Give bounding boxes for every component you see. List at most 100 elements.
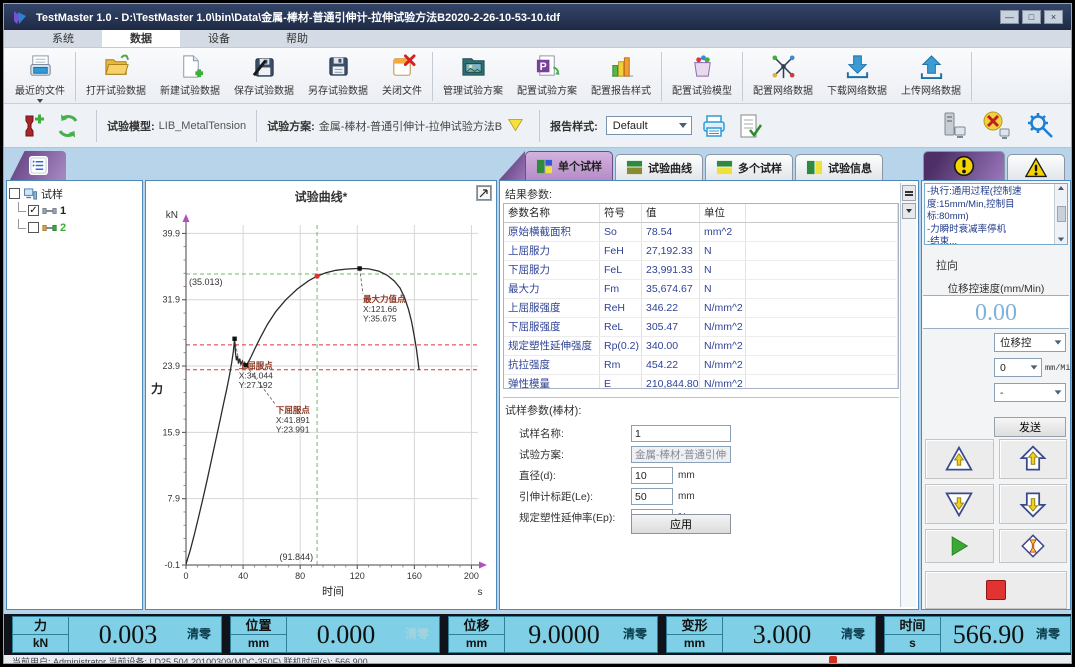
table-row[interactable]: 规定塑性延伸强度Rp(0.2)340.00N/mm^2	[504, 337, 898, 356]
tab-process-info[interactable]	[923, 151, 1005, 180]
chevron-down-icon	[1055, 390, 1062, 394]
apply-button[interactable]: 应用	[631, 514, 731, 534]
toolbar-button-7[interactable]: P配置试验方案	[510, 50, 584, 103]
param-input-1[interactable]	[631, 446, 731, 463]
jog-up-slow-button[interactable]	[925, 439, 994, 479]
results-cell: 下屈服强度	[504, 318, 600, 336]
live-readouts-bar: 力kN0.003清零位置mm0.000清零位移mm9.0000清零变形mm3.0…	[4, 614, 1071, 655]
results-title: 结果参数:	[503, 183, 899, 205]
stop-button[interactable]	[925, 571, 1067, 609]
table-row[interactable]: 下屈服强度ReL305.47N/mm^2	[504, 318, 898, 337]
computer-icon	[23, 188, 38, 200]
clear-zero-button[interactable]: 清零	[187, 617, 221, 652]
toolbar-button-label: 最近的文件	[15, 82, 65, 97]
splitter-menu-button[interactable]	[902, 185, 916, 201]
scroll-up-icon[interactable]	[1058, 186, 1064, 190]
tab-test-info[interactable]: 试验信息	[795, 154, 883, 180]
speed-select[interactable]: 0	[994, 358, 1042, 377]
param-row-1: 试验方案:	[519, 445, 897, 464]
toolbar-button-12[interactable]: 上传网络数据	[894, 50, 968, 103]
param-input-3[interactable]	[631, 488, 673, 505]
menu-tab-2[interactable]: 设备	[180, 30, 258, 47]
toolbar-button-1[interactable]: 打开试验数据	[79, 50, 153, 103]
control-mode-select[interactable]: 位移控	[994, 333, 1066, 352]
start-button[interactable]	[925, 529, 994, 563]
table-row[interactable]: 上屈服强度ReH346.22N/mm^2	[504, 299, 898, 318]
return-button[interactable]	[999, 529, 1068, 563]
svg-text:kN: kN	[166, 210, 178, 221]
jog-down-fast-button[interactable]	[999, 484, 1068, 524]
toolbar-button-6[interactable]: 管理试验方案	[436, 50, 510, 103]
chart-title: 试验曲线*	[146, 188, 496, 205]
checkbox-unchecked[interactable]	[9, 188, 20, 199]
clear-zero-button[interactable]: 清零	[623, 617, 657, 652]
param-input-0[interactable]	[631, 425, 731, 442]
results-cell: N	[700, 242, 746, 260]
menu-tab-1[interactable]: 数据	[102, 30, 180, 47]
clear-zero-button[interactable]: 清零	[405, 617, 439, 652]
toolbar-button-4[interactable]: 另存试验数据	[301, 50, 375, 103]
secondary-toolbar: 试验模型: LIB_MetalTension 试验方案: 金属-棒材-普通引伸计…	[4, 104, 1071, 148]
settings-search-icon[interactable]	[1025, 111, 1055, 141]
toolbar-button-10[interactable]: 配置网络数据	[746, 50, 820, 103]
readout-labels: 位置mm	[231, 617, 287, 652]
toolbar-button-5[interactable]: 关闭文件	[375, 50, 429, 103]
window-frame: TestMaster 1.0 - D:\TestMaster 1.0\bin\D…	[3, 3, 1072, 664]
device-icon[interactable]	[937, 111, 967, 141]
tree-item-specimen-1[interactable]: ✓1	[18, 202, 140, 219]
svg-text:Y:35.675: Y:35.675	[363, 313, 397, 323]
clear-zero-button[interactable]: 清零	[1036, 617, 1070, 652]
checkbox-unchecked[interactable]	[28, 222, 39, 233]
scroll-thumb[interactable]	[1057, 206, 1066, 222]
jog-down-slow-button[interactable]	[925, 484, 994, 524]
tab-warnings[interactable]	[1007, 154, 1065, 180]
tree-item-specimen-2[interactable]: 2	[18, 219, 140, 236]
menu-tab-3[interactable]: 帮助	[258, 30, 336, 47]
panel-splitter[interactable]	[900, 183, 916, 607]
message-scrollbar[interactable]	[1054, 184, 1067, 244]
chart-popup-button[interactable]	[476, 185, 492, 201]
close-button[interactable]: ×	[1044, 10, 1063, 24]
table-row[interactable]: 下屈服力FeL23,991.33N	[504, 261, 898, 280]
tab-test-curve[interactable]: 试验曲线	[615, 154, 703, 180]
menu-tab-0[interactable]: 系统	[24, 30, 102, 47]
table-row[interactable]: 最大力Fm35,674.67N	[504, 280, 898, 299]
scheme-filter-icon[interactable]	[507, 117, 524, 134]
toolbar-button-0[interactable]: 最近的文件	[8, 50, 72, 103]
table-row[interactable]: 上屈服力FeH27,192.33N	[504, 242, 898, 261]
clear-zero-button[interactable]: 清零	[841, 617, 875, 652]
tab-multi-specimen[interactable]: 多个试样	[705, 154, 793, 180]
param-input-2[interactable]	[631, 467, 673, 484]
aux-select[interactable]: -	[994, 383, 1066, 402]
toolbar-button-2[interactable]: 新建试验数据	[153, 50, 227, 103]
checkbox-checked[interactable]: ✓	[28, 205, 39, 216]
tree-root-specimen[interactable]: 试样	[9, 185, 140, 202]
jog-up-fast-button[interactable]	[999, 439, 1068, 479]
refresh-icon[interactable]	[55, 113, 81, 139]
report-preview-icon[interactable]	[737, 113, 763, 139]
table-row[interactable]: 抗拉强度Rm454.22N/mm^2	[504, 356, 898, 375]
test-curve-chart[interactable]: (35.013)(91.844)04080120160200-0.17.915.…	[146, 207, 496, 611]
results-cell: 规定塑性延伸强度	[504, 337, 600, 355]
table-row[interactable]: 原始横截面积So78.54mm^2	[504, 223, 898, 242]
maximize-button[interactable]: □	[1022, 10, 1041, 24]
results-cell: 346.22	[642, 299, 700, 317]
add-specimen-icon[interactable]	[19, 113, 45, 139]
scroll-down-icon[interactable]	[1058, 238, 1064, 242]
toolbar-button-11[interactable]: 下载网络数据	[820, 50, 894, 103]
offline-status-icon[interactable]	[981, 111, 1011, 141]
send-button[interactable]: 发送	[994, 417, 1066, 437]
tab-single-specimen[interactable]: 单个试样	[525, 151, 613, 180]
toolbar-button-3[interactable]: 保存试验数据	[227, 50, 301, 103]
minimize-button[interactable]: —	[1000, 10, 1019, 24]
table-row[interactable]: 弹性模量E210,844.80N/mm^2	[504, 375, 898, 389]
chart-panel: 试验曲线* (35.013)(91.844)04080120160200-0.1…	[145, 180, 497, 610]
toolbar-button-9[interactable]: 配置试验模型	[665, 50, 739, 103]
specimen-list-tab[interactable]	[10, 151, 66, 180]
report-style-select[interactable]: Default	[606, 116, 692, 135]
splitter-collapse-button[interactable]	[902, 203, 916, 219]
print-icon[interactable]	[701, 113, 727, 139]
specimen-params-area: 试样参数(棒材): 试样名称:试验方案:直径(d):mm引伸计标距(Le):mm…	[503, 397, 899, 609]
view-tabs: 单个试样试验曲线多个试样试验信息	[499, 151, 885, 180]
toolbar-button-8[interactable]: 配置报告样式	[584, 50, 658, 103]
